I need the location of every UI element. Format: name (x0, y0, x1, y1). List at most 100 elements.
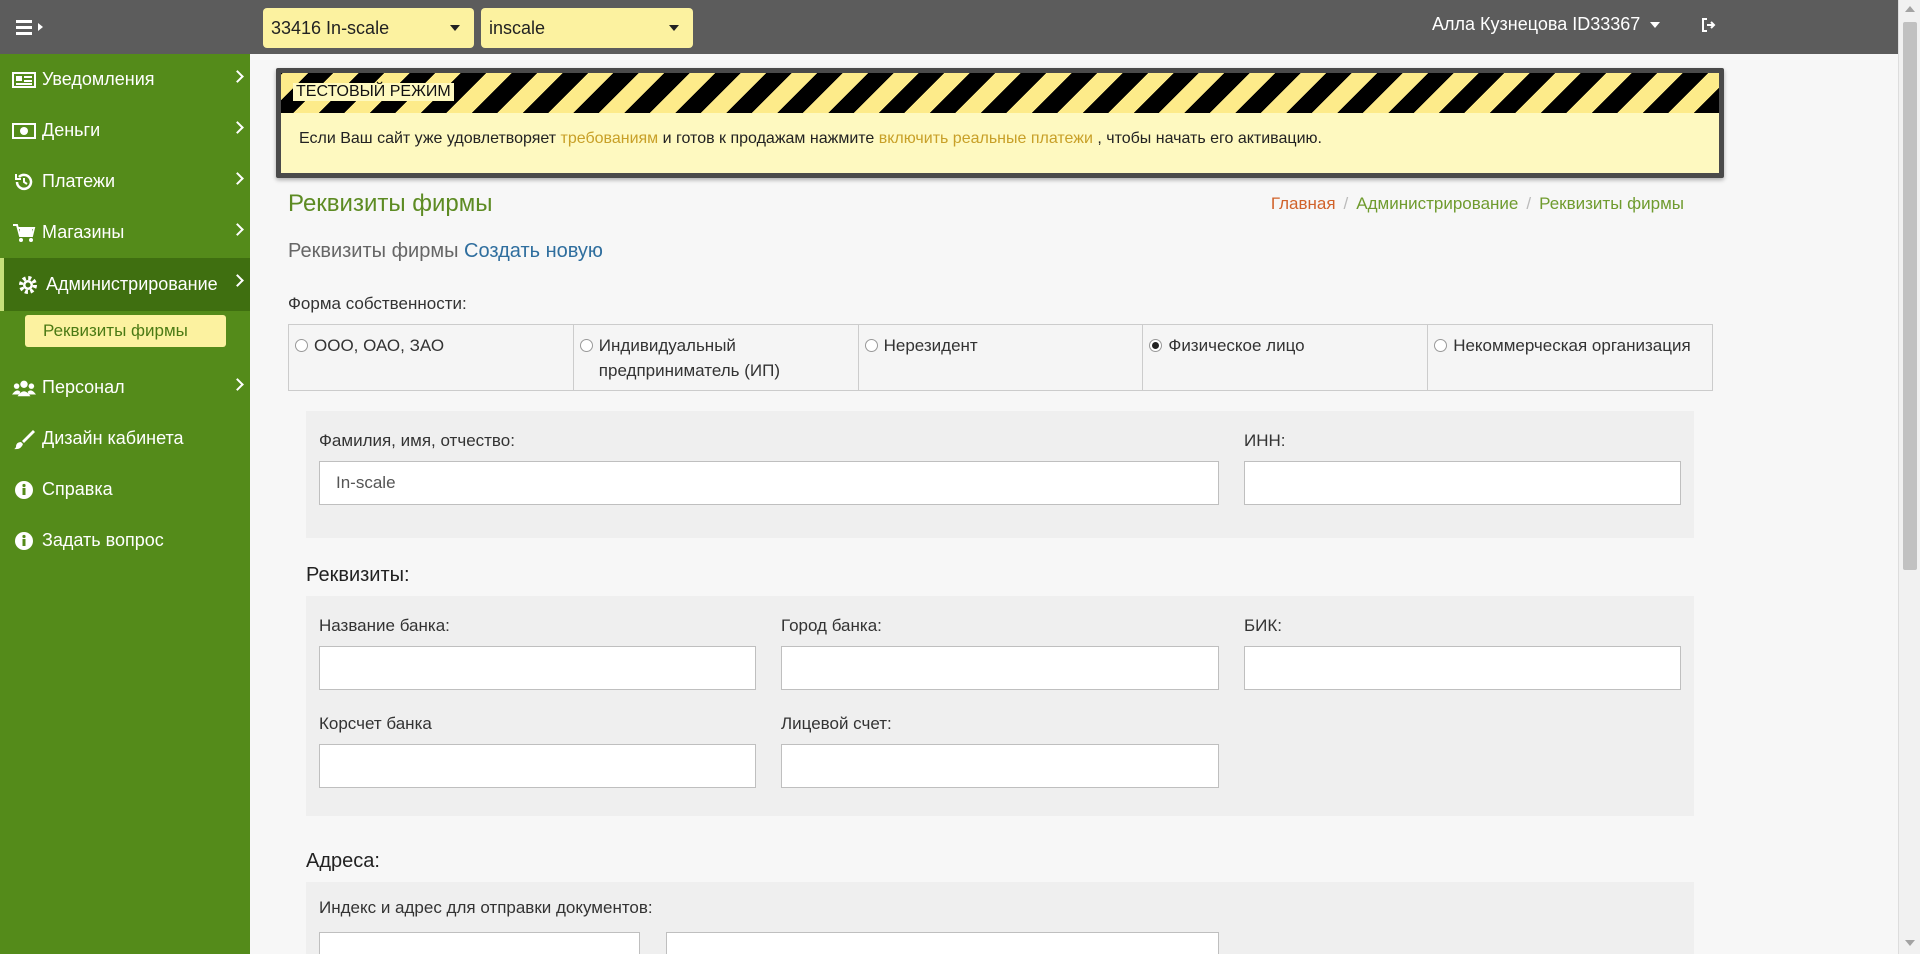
radio-button[interactable] (579, 339, 593, 352)
newspaper-icon (12, 68, 36, 92)
chevron-down-icon (1650, 21, 1661, 28)
breadcrumb-separator: / (1343, 194, 1349, 213)
bik-input[interactable] (1244, 646, 1681, 690)
subheader-text: Реквизиты фирмы (288, 240, 459, 262)
sidebar-item-label: Задать вопрос (42, 530, 164, 550)
menu-toggle-button[interactable] (16, 14, 56, 40)
gear-icon (16, 273, 40, 297)
bik-label: БИК: (1244, 616, 1283, 635)
ownership-option-nonprofit[interactable]: Некоммерческая организация (1428, 325, 1712, 390)
requisites-title: Реквизиты: (306, 564, 410, 586)
radio-button[interactable] (1434, 339, 1448, 352)
message-text: и готов к продажам нажмите (658, 130, 879, 147)
scrollbar-thumb[interactable] (1903, 22, 1917, 570)
site-select-value: inscale (489, 17, 546, 38)
account-select-value: 33416 In-scale (271, 17, 390, 38)
ownership-option-nonresident[interactable]: Нерезидент (859, 325, 1144, 390)
ownership-option-individual[interactable]: Физическое лицо (1143, 325, 1429, 390)
postal-address-label: Индекс и адрес для отправки документов: (319, 898, 653, 917)
fio-input[interactable]: In-scale (319, 461, 1219, 505)
sidebar-item-label: Справка (42, 479, 113, 499)
person-panel: Фамилия, имя, отчество: In-scale ИНН: (306, 411, 1694, 538)
option-label: Некоммерческая организация (1453, 336, 1691, 355)
chevron-down-icon (669, 25, 679, 31)
radio-button[interactable] (864, 339, 878, 352)
warning-stripes (281, 73, 1719, 113)
logout-icon[interactable] (1700, 16, 1718, 34)
option-label: Нерезидент (883, 336, 978, 355)
create-new-link[interactable]: Создать новую (464, 240, 603, 262)
addresses-panel: Индекс и адрес для отправки документов: (306, 882, 1694, 954)
chevron-right-icon (231, 274, 244, 287)
sidebar-item-label: Дизайн кабинета (42, 428, 184, 448)
requirements-link[interactable]: требованиям (561, 130, 659, 147)
ownership-label: Форма собственности: (288, 294, 467, 313)
enable-payments-link[interactable]: включить реальные платежи (879, 130, 1093, 147)
personal-account-label: Лицевой счет: (781, 714, 892, 733)
breadcrumb-admin[interactable]: Администрирование (1356, 194, 1518, 214)
message-text: Если Ваш сайт уже удовлетворяет (299, 130, 561, 147)
inn-input[interactable] (1244, 461, 1681, 505)
page-scrollbar[interactable] (1898, 0, 1920, 954)
section-subheader: Реквизиты фирмы Создать новую (288, 240, 603, 263)
sidebar-item-shops[interactable]: Магазины (0, 207, 250, 258)
option-label: ООО, ОАО, ЗАО (314, 336, 445, 355)
sidebar-item-administration[interactable]: Администрирование (0, 258, 250, 311)
sidebar-item-design[interactable]: Дизайн кабинета (0, 413, 250, 464)
bank-name-input[interactable] (319, 646, 756, 690)
money-icon (12, 119, 36, 143)
option-label: Индивидуальный предприниматель (ИП) (598, 336, 781, 380)
breadcrumb-separator: / (1526, 194, 1532, 213)
site-select[interactable]: inscale (481, 8, 693, 48)
chevron-right-icon (231, 223, 244, 236)
ownership-radio-group: ООО, ОАО, ЗАО Индивидуальный предпринима… (288, 324, 1713, 391)
postal-index-input[interactable] (319, 932, 640, 954)
sidebar: Уведомления Деньги Платежи Магазины Адми… (0, 54, 250, 954)
sidebar-item-help[interactable]: Справка (0, 464, 250, 515)
message-text: , чтобы начать его активацию. (1092, 130, 1322, 147)
radio-button[interactable] (295, 339, 308, 352)
radio-button-checked[interactable] (1149, 339, 1163, 352)
bank-city-label: Город банка: (781, 616, 882, 635)
fio-label: Фамилия, имя, отчество: (319, 431, 515, 450)
main-content: ТЕСТОВЫЙ РЕЖИМ Если Ваш сайт уже удовлет… (250, 54, 1898, 954)
sidebar-item-label: Магазины (42, 222, 125, 242)
postal-address-input[interactable] (666, 932, 1219, 954)
sidebar-item-notifications[interactable]: Уведомления (0, 54, 250, 105)
users-icon (12, 376, 36, 400)
sidebar-item-label: Администрирование (46, 274, 218, 294)
option-label: Физическое лицо (1168, 336, 1305, 355)
top-bar: 33416 In-scale inscale Алла Кузнецова ID… (0, 0, 1898, 54)
requisites-panel: Название банка: Город банка: БИК: Корсче… (306, 596, 1694, 816)
breadcrumb: Главная / Администрирование / Реквизиты … (1271, 194, 1684, 214)
ownership-option-llc[interactable]: ООО, ОАО, ЗАО (289, 325, 574, 390)
chevron-down-icon (450, 25, 460, 31)
sidebar-item-staff[interactable]: Персонал (0, 362, 250, 413)
inn-label: ИНН: (1244, 431, 1286, 450)
breadcrumb-home[interactable]: Главная (1271, 194, 1336, 214)
sidebar-subitem-company-details[interactable]: Реквизиты фирмы (25, 315, 226, 347)
corr-account-label: Корсчет банка (319, 714, 432, 733)
bank-city-input[interactable] (781, 646, 1219, 690)
sidebar-item-money[interactable]: Деньги (0, 105, 250, 156)
corr-account-input[interactable] (319, 744, 756, 788)
sidebar-item-label: Уведомления (42, 69, 155, 89)
info-icon (12, 529, 36, 553)
user-menu[interactable]: Алла Кузнецова ID33367 (1432, 14, 1661, 35)
hamburger-icon (16, 19, 32, 35)
test-mode-label: ТЕСТОВЫЙ РЕЖИМ (293, 83, 454, 101)
caret-right-icon (38, 23, 43, 31)
user-name: Алла Кузнецова ID33367 (1432, 14, 1641, 34)
sidebar-item-payments[interactable]: Платежи (0, 156, 250, 207)
sidebar-item-label: Платежи (42, 171, 116, 191)
sidebar-item-label: Персонал (42, 377, 125, 397)
history-icon (12, 170, 36, 194)
info-icon (12, 478, 36, 502)
account-select[interactable]: 33416 In-scale (263, 8, 474, 48)
personal-account-input[interactable] (781, 744, 1219, 788)
scroll-up-icon[interactable] (1905, 6, 1915, 12)
scroll-down-icon[interactable] (1905, 940, 1915, 946)
ownership-option-ip[interactable]: Индивидуальный предприниматель (ИП) (574, 325, 859, 390)
sidebar-item-label: Деньги (42, 120, 101, 140)
sidebar-item-ask-question[interactable]: Задать вопрос (0, 515, 250, 566)
